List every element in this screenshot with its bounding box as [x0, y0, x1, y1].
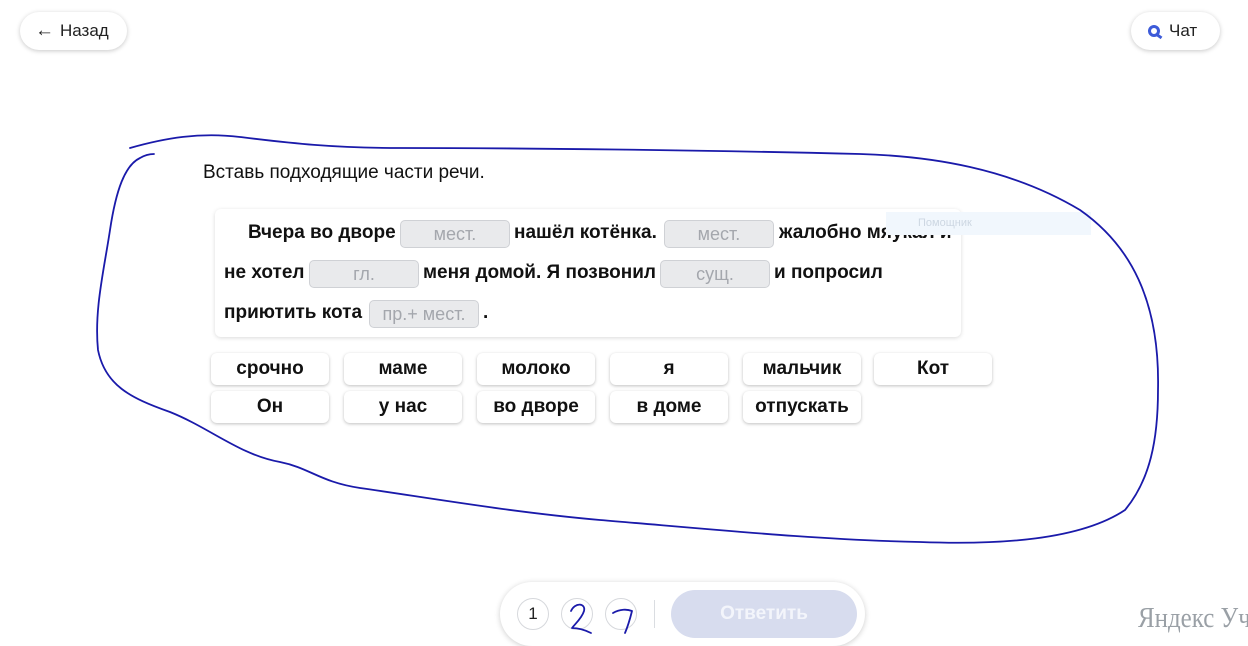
sentence-text: приютить кота [224, 302, 363, 323]
answer-slot-verb[interactable]: гл. [309, 260, 419, 288]
answer-slot-preposition-pronoun[interactable]: пр.+ мест. [369, 300, 479, 328]
sentence-text: нашёл котёнка. [514, 222, 657, 243]
word-chip[interactable]: во дворе [477, 391, 595, 423]
alice-logo-icon [1148, 25, 1160, 37]
answer-slot-pronoun-2[interactable]: мест. [664, 220, 774, 248]
sentence-text: не хотел [224, 262, 305, 283]
word-chip[interactable]: Кот [874, 353, 992, 385]
back-label: Назад [60, 21, 109, 40]
sentence-text: меня домой. Я позвонил [423, 262, 657, 283]
answer-slot-noun[interactable]: сущ. [660, 260, 770, 288]
word-chip[interactable]: в доме [610, 391, 728, 423]
page-button-2[interactable]: 2 [561, 598, 593, 630]
answer-slot-pronoun-1[interactable]: мест. [400, 220, 510, 248]
word-chip[interactable]: срочно [211, 353, 329, 385]
word-chip[interactable]: отпускать [743, 391, 861, 423]
submit-button[interactable]: Ответить [671, 590, 857, 638]
toolbar-divider [654, 600, 655, 628]
task-instruction: Вставь подходящие части речи. [203, 162, 485, 183]
chat-button[interactable]: Чат [1131, 12, 1220, 50]
ghost-hint: Помощник [886, 212, 1091, 235]
page-button-3[interactable]: 3 [605, 598, 637, 630]
chat-label: Чат [1169, 21, 1198, 40]
word-chip[interactable]: Он [211, 391, 329, 423]
word-chip[interactable]: молоко [477, 353, 595, 385]
word-chip[interactable]: мальчик [743, 353, 861, 385]
back-button[interactable]: ← Назад [20, 12, 127, 50]
sentence-text: . [483, 302, 489, 323]
word-chip[interactable]: у нас [344, 391, 462, 423]
sentence-text: и попросил [774, 262, 883, 283]
ink-loop-stroke [96, 134, 1159, 544]
sentence-text: Вчера во дворе [248, 222, 396, 243]
page-button-1[interactable]: 1 [517, 598, 549, 630]
word-chip[interactable]: маме [344, 353, 462, 385]
word-chip[interactable]: я [610, 353, 728, 385]
yandex-watermark: Яндекс Уче [1138, 602, 1248, 634]
arrow-left-icon: ← [35, 20, 54, 41]
